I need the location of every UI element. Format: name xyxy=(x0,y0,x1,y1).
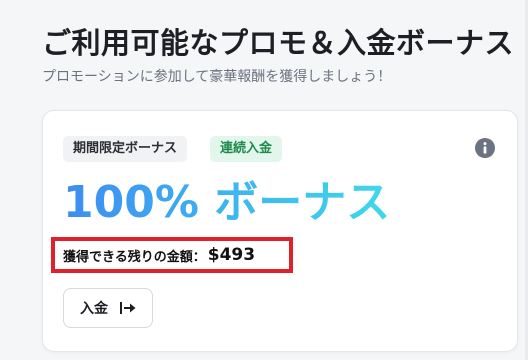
consecutive-deposit-badge: 連続入金 xyxy=(210,136,283,162)
remaining-amount-value: $493 xyxy=(207,245,256,265)
arrow-right-to-bar-icon xyxy=(120,302,136,314)
info-icon[interactable] xyxy=(475,138,495,158)
limited-time-badge: 期間限定ボーナス xyxy=(63,136,188,162)
page-title: ご利用可能なプロモ＆入金ボーナス xyxy=(42,26,515,60)
promotions-page: ご利用可能なプロモ＆入金ボーナス プロモーションに参加して豪華報酬を獲得しましょ… xyxy=(0,0,528,360)
page-subtitle: プロモーションに参加して豪華報酬を獲得しましょう！ xyxy=(42,69,392,85)
deposit-button-label: 入金 xyxy=(80,301,108,317)
bonus-title: 100% ボーナス xyxy=(63,173,390,233)
deposit-button[interactable]: 入金 xyxy=(63,288,153,328)
promo-card: 期間限定ボーナス 連続入金 100% ボーナス 獲得できる残りの金額： $493… xyxy=(42,110,518,352)
remaining-amount-label: 獲得できる残りの金額： xyxy=(63,249,206,265)
remaining-amount-box: 獲得できる残りの金額： $493 xyxy=(51,237,293,273)
